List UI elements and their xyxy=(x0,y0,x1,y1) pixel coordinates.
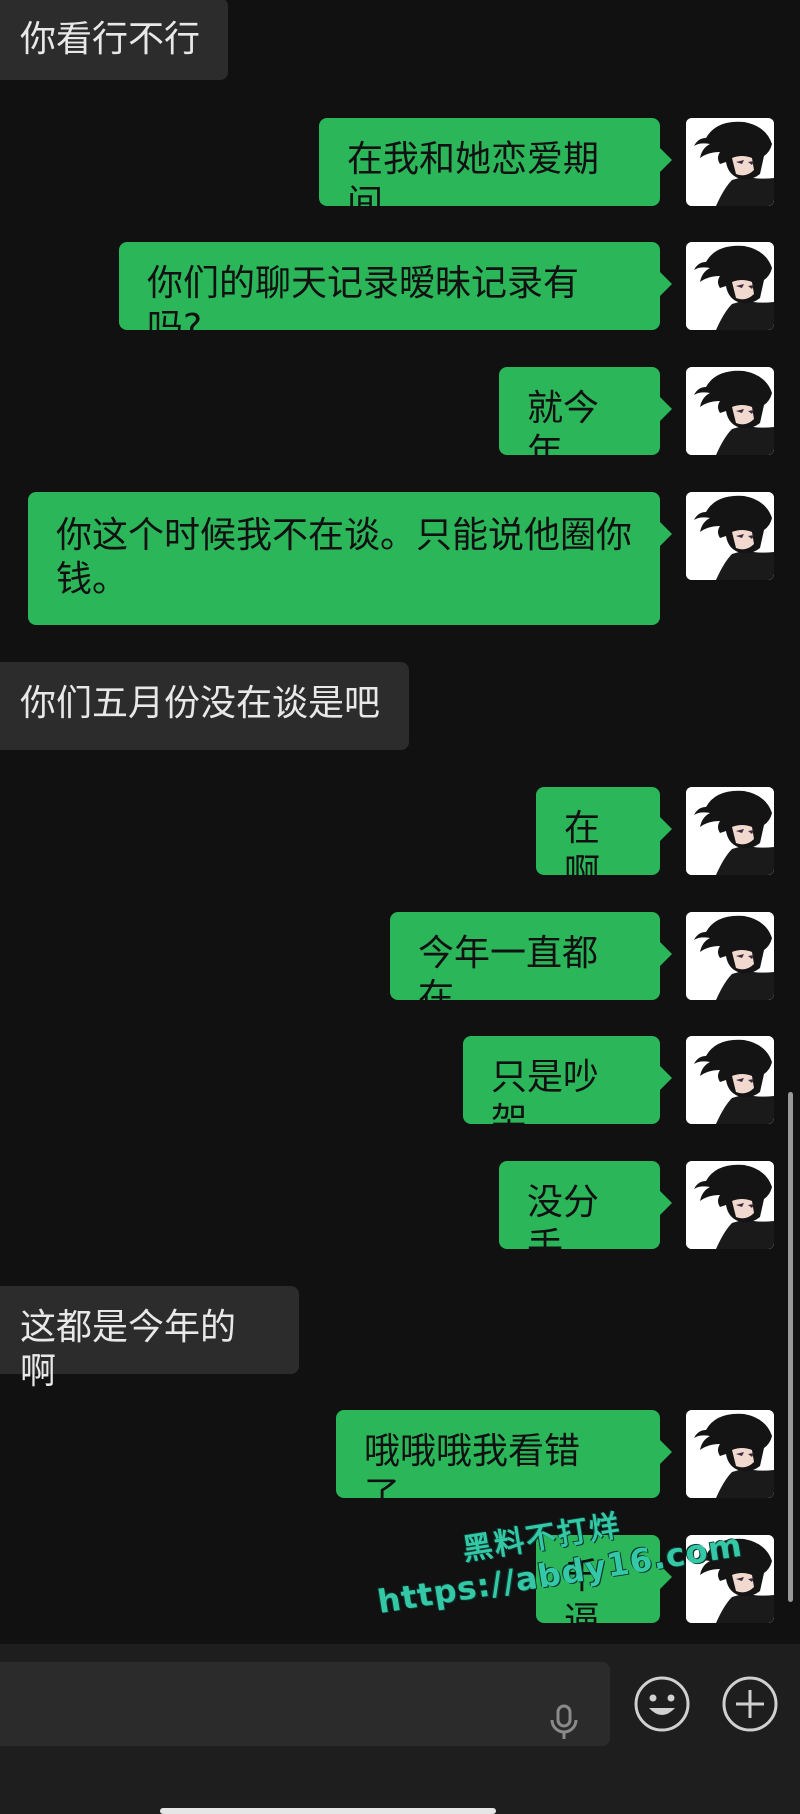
avatar[interactable] xyxy=(686,1036,774,1124)
message-bubble[interactable]: 这都是今年的啊 xyxy=(0,1286,299,1392)
message-bubble[interactable]: 你们五月份没在谈是吧 xyxy=(0,662,409,750)
avatar[interactable] xyxy=(686,1535,774,1623)
message-bubble[interactable]: 没分手 xyxy=(499,1161,672,1267)
avatar[interactable] xyxy=(686,492,774,580)
chat-message-list[interactable]: 你看行不行 在我和她恋爱期间 你们的聊天记录暧昧记录有吗? 就今年 你这个时候我… xyxy=(0,0,800,1644)
avatar[interactable] xyxy=(686,367,774,455)
microphone-icon[interactable] xyxy=(544,1702,584,1742)
input-bar xyxy=(0,1644,800,1814)
plus-icon[interactable] xyxy=(720,1674,780,1734)
message-bubble[interactable]: 只是吵架 xyxy=(463,1036,672,1142)
avatar[interactable] xyxy=(686,242,774,330)
message-bubble[interactable]: 你这个时候我不在谈。只能说他圈你 钱。 xyxy=(28,492,672,625)
message-bubble[interactable]: 你们的聊天记录暧昧记录有吗? xyxy=(119,242,672,348)
message-bubble[interactable]: 今年一直都在 xyxy=(390,912,672,1018)
avatar[interactable] xyxy=(686,912,774,1000)
avatar[interactable] xyxy=(686,118,774,206)
message-bubble[interactable]: 你看行不行 xyxy=(0,0,228,80)
message-bubble[interactable]: 哦哦哦我看错了。 xyxy=(336,1410,672,1516)
message-input[interactable] xyxy=(0,1662,610,1746)
emoji-icon[interactable] xyxy=(632,1674,692,1734)
message-bubble[interactable]: 在我和她恋爱期间 xyxy=(319,118,672,224)
message-bubble[interactable]: 在啊 xyxy=(536,787,672,893)
scrollbar[interactable] xyxy=(788,1092,793,1602)
message-bubble[interactable]: 千逼 xyxy=(536,1535,672,1641)
avatar[interactable] xyxy=(686,787,774,875)
avatar[interactable] xyxy=(686,1410,774,1498)
avatar[interactable] xyxy=(686,1161,774,1249)
message-bubble[interactable]: 就今年 xyxy=(499,367,672,473)
home-indicator[interactable] xyxy=(160,1808,496,1814)
